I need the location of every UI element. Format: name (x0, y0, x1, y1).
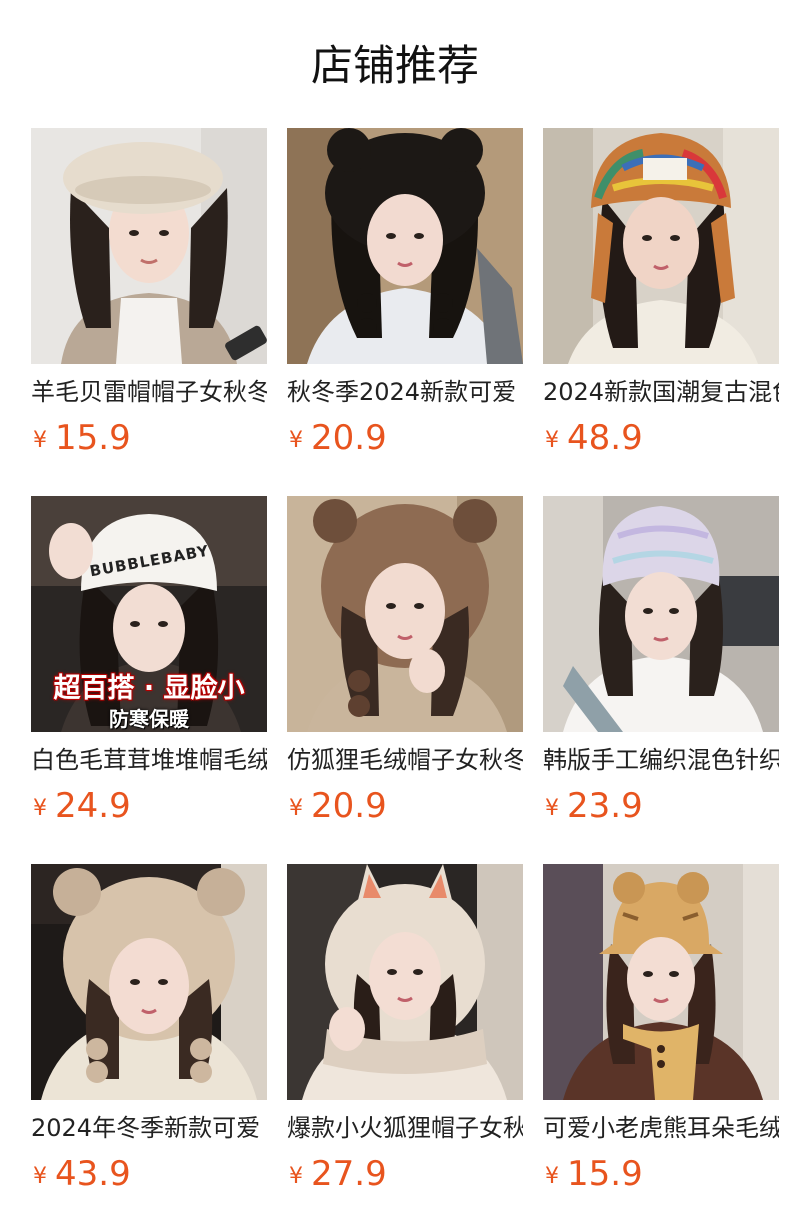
product-price: ¥23.9 (545, 784, 643, 828)
product-image[interactable] (543, 864, 779, 1100)
product-title[interactable]: 白色毛茸茸堆堆帽毛绒 (31, 743, 267, 777)
price-amount: 24.9 (55, 786, 131, 826)
product-title[interactable]: 秋冬季2024新款可爱 (287, 375, 523, 409)
product-card[interactable]: 2024年冬季新款可爱 ¥43.9 (31, 864, 267, 1204)
product-card[interactable]: 2024新款国潮复古混色 ¥48.9 (543, 128, 779, 468)
price-amount: 48.9 (567, 418, 643, 458)
product-price: ¥48.9 (545, 416, 643, 460)
currency-symbol: ¥ (545, 796, 559, 821)
product-image[interactable]: BUBBLEBABY 超百搭 · 显脸小 防寒保暖 (31, 496, 267, 732)
currency-symbol: ¥ (289, 796, 303, 821)
product-price: ¥43.9 (33, 1152, 131, 1196)
product-image[interactable] (287, 864, 523, 1100)
product-image[interactable] (543, 496, 779, 732)
page-title: 店铺推荐 (310, 41, 479, 90)
product-card[interactable]: 秋冬季2024新款可爱 ¥20.9 (287, 128, 523, 468)
product-card[interactable]: 仿狐狸毛绒帽子女秋冬 ¥20.9 (287, 496, 523, 836)
product-card[interactable]: 爆款小火狐狸帽子女秋 ¥27.9 (287, 864, 523, 1204)
price-amount: 23.9 (567, 786, 643, 826)
currency-symbol: ¥ (289, 1164, 303, 1189)
product-image[interactable] (287, 128, 523, 364)
product-image[interactable] (31, 128, 267, 364)
product-title[interactable]: 韩版手工编织混色针织 (543, 743, 779, 777)
product-title[interactable]: 仿狐狸毛绒帽子女秋冬 (287, 743, 523, 777)
currency-symbol: ¥ (545, 1164, 559, 1189)
product-card[interactable]: 可爱小老虎熊耳朵毛绒 ¥15.9 (543, 864, 779, 1204)
product-price: ¥15.9 (545, 1152, 643, 1196)
product-title[interactable]: 2024年冬季新款可爱 (31, 1111, 267, 1145)
price-amount: 20.9 (311, 786, 387, 826)
product-title[interactable]: 2024新款国潮复古混色 (543, 375, 779, 409)
product-title[interactable]: 可爱小老虎熊耳朵毛绒 (543, 1111, 779, 1145)
price-amount: 43.9 (55, 1154, 131, 1194)
product-price: ¥27.9 (289, 1152, 387, 1196)
currency-symbol: ¥ (289, 428, 303, 453)
product-image[interactable] (543, 128, 779, 364)
product-price: ¥20.9 (289, 416, 387, 460)
image-overlay-subtext: 防寒保暖 (109, 707, 189, 731)
price-amount: 27.9 (311, 1154, 387, 1194)
product-image[interactable] (31, 864, 267, 1100)
product-title[interactable]: 羊毛贝雷帽帽子女秋冬 (31, 375, 267, 409)
price-amount: 15.9 (55, 418, 131, 458)
product-card[interactable]: 韩版手工编织混色针织 ¥23.9 (543, 496, 779, 836)
currency-symbol: ¥ (545, 428, 559, 453)
price-amount: 20.9 (311, 418, 387, 458)
image-overlay-headline: 超百搭 · 显脸小 (53, 673, 245, 704)
product-card[interactable]: BUBBLEBABY 超百搭 · 显脸小 防寒保暖 白色毛茸茸堆堆帽毛绒 ¥24… (31, 496, 267, 836)
product-price: ¥20.9 (289, 784, 387, 828)
currency-symbol: ¥ (33, 428, 47, 453)
price-amount: 15.9 (567, 1154, 643, 1194)
product-card[interactable]: 羊毛贝雷帽帽子女秋冬 ¥15.9 (31, 128, 267, 468)
product-price: ¥15.9 (33, 416, 131, 460)
currency-symbol: ¥ (33, 796, 47, 821)
product-title[interactable]: 爆款小火狐狸帽子女秋 (287, 1111, 523, 1145)
product-price: ¥24.9 (33, 784, 131, 828)
currency-symbol: ¥ (33, 1164, 47, 1189)
product-image[interactable] (287, 496, 523, 732)
